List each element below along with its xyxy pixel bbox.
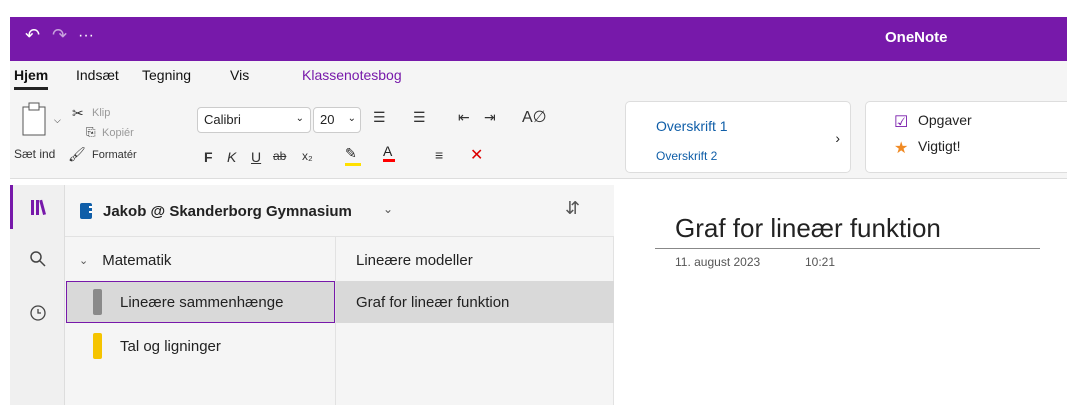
title-bar: ↶ ↷ ··· OneNote bbox=[0, 0, 1067, 61]
nav-sidebar bbox=[10, 185, 65, 405]
tag-tasks[interactable]: Opgaver bbox=[918, 112, 972, 128]
font-value: Calibri bbox=[204, 112, 241, 127]
font-size-value: 20 bbox=[320, 112, 335, 127]
font-size-select[interactable]: 20 ⌄ bbox=[313, 107, 361, 133]
font-color-icon: A bbox=[383, 143, 393, 159]
section-tab-icon bbox=[93, 333, 102, 359]
subscript-button[interactable]: x₂ bbox=[302, 149, 313, 163]
section-item-numbers[interactable]: Tal og ligninger bbox=[65, 325, 336, 367]
format-painter-button[interactable]: Formatér bbox=[92, 149, 137, 161]
chevron-down-icon: ⌵ bbox=[54, 115, 61, 125]
ribbon: ⌵ Sæt ind ✂ Klip ⎘ Kopiér 🖌 Formatér Cal… bbox=[10, 91, 1067, 179]
page-canvas[interactable]: Graf for lineær funktion 11. august 2023… bbox=[615, 185, 1067, 405]
chevron-right-icon[interactable]: › bbox=[835, 130, 840, 146]
star-icon: ★ bbox=[894, 140, 909, 157]
section-group-label: Matematik bbox=[102, 251, 172, 269]
notebook-header[interactable]: Jakob @ Skanderborg Gymnasium ⌄ ⇵ bbox=[65, 185, 614, 237]
font-select[interactable]: Calibri ⌄ bbox=[197, 107, 311, 133]
tag-important[interactable]: Vigtigt! bbox=[918, 138, 961, 154]
redo-icon[interactable]: ↷ bbox=[52, 25, 67, 46]
cut-button[interactable]: Klip bbox=[92, 107, 110, 119]
pages-list: Lineære modeller Graf for lineær funktio… bbox=[336, 237, 614, 405]
notebook-name[interactable]: Jakob @ Skanderborg Gymnasium bbox=[103, 203, 352, 220]
page-item-selected[interactable]: Graf for lineær funktion bbox=[336, 281, 614, 323]
styles-gallery[interactable]: Overskrift 1 Overskrift 2 › bbox=[625, 101, 851, 173]
tab-home[interactable]: Hjem bbox=[14, 67, 49, 90]
italic-button[interactable]: K bbox=[227, 149, 236, 165]
more-icon[interactable]: ··· bbox=[78, 27, 94, 45]
numbering-icon[interactable]: ☰ bbox=[413, 109, 426, 126]
style-heading-2[interactable]: Overskrift 2 bbox=[656, 149, 717, 163]
undo-icon[interactable]: ↶ bbox=[25, 25, 40, 46]
bullets-icon[interactable]: ☰ bbox=[373, 109, 386, 126]
copy-button[interactable]: Kopiér bbox=[102, 127, 134, 139]
title-divider bbox=[655, 248, 1040, 249]
paste-label: Sæt ind bbox=[14, 147, 56, 161]
style-heading-1[interactable]: Overskrift 1 bbox=[656, 118, 728, 134]
tab-view[interactable]: Vis bbox=[230, 67, 249, 83]
library-icon bbox=[31, 199, 47, 215]
underline-button[interactable]: U bbox=[251, 149, 261, 165]
font-color-swatch bbox=[383, 159, 395, 162]
chevron-down-icon[interactable]: ⌄ bbox=[383, 202, 393, 216]
app-title: OneNote bbox=[885, 29, 948, 46]
page-item[interactable]: Lineære modeller bbox=[336, 239, 614, 281]
tab-insert[interactable]: Indsæt bbox=[76, 67, 119, 83]
section-label: Lineære sammenhænge bbox=[120, 293, 284, 311]
checkbox-icon: ☑ bbox=[894, 114, 909, 131]
recent-button[interactable] bbox=[10, 291, 65, 335]
paste-button[interactable]: ⌵ Sæt ind bbox=[12, 99, 62, 169]
tab-class-notebook[interactable]: Klassenotesbog bbox=[302, 67, 402, 83]
chevron-down-icon: ⌄ bbox=[295, 113, 304, 124]
clipboard-icon bbox=[22, 102, 46, 136]
chevron-down-icon: ⌄ bbox=[79, 254, 89, 267]
font-color-button[interactable]: A bbox=[383, 143, 395, 162]
bold-button[interactable]: F bbox=[204, 149, 213, 165]
search-icon bbox=[29, 251, 46, 267]
clear-formatting-icon[interactable]: A∅ bbox=[522, 107, 547, 127]
notebook-icon bbox=[80, 203, 92, 219]
ribbon-tabs: Hjem Indsæt Tegning Vis Klassenotesbog bbox=[10, 61, 1067, 91]
tags-gallery[interactable]: ☑ Opgaver ★ Vigtigt! bbox=[865, 101, 1067, 173]
align-icon[interactable]: ≡ bbox=[435, 147, 443, 163]
sort-icon[interactable]: ⇵ bbox=[565, 198, 580, 219]
page-time: 10:21 bbox=[805, 255, 836, 269]
page-date: 11. august 2023 bbox=[675, 255, 761, 269]
format-painter-icon: 🖌 bbox=[68, 146, 86, 162]
notebooks-button[interactable] bbox=[10, 185, 65, 229]
outdent-icon[interactable]: ⇤ bbox=[458, 109, 470, 126]
strikethrough-button[interactable]: ab bbox=[273, 149, 286, 163]
highlight-button[interactable]: ✎ bbox=[345, 145, 361, 166]
search-button[interactable] bbox=[10, 237, 65, 281]
highlight-color-swatch bbox=[345, 163, 361, 166]
indent-icon[interactable]: ⇥ bbox=[484, 109, 496, 126]
tab-draw[interactable]: Tegning bbox=[142, 67, 191, 83]
page-title[interactable]: Graf for lineær funktion bbox=[675, 213, 941, 244]
section-group-matematik[interactable]: ⌄ Matematik bbox=[65, 239, 336, 281]
copy-icon: ⎘ bbox=[86, 125, 96, 139]
chevron-down-icon: ⌄ bbox=[347, 113, 356, 124]
sections-list: ⌄ Matematik Lineære sammenhænge Tal og l… bbox=[65, 237, 336, 405]
section-tab-icon bbox=[93, 289, 102, 315]
section-item-linear[interactable]: Lineære sammenhænge bbox=[66, 281, 335, 323]
highlighter-icon: ✎ bbox=[345, 145, 357, 161]
clock-icon bbox=[29, 305, 46, 321]
section-label: Tal og ligninger bbox=[120, 337, 221, 355]
delete-icon[interactable]: ✕ bbox=[470, 145, 483, 165]
scissors-icon: ✂ bbox=[72, 105, 84, 121]
